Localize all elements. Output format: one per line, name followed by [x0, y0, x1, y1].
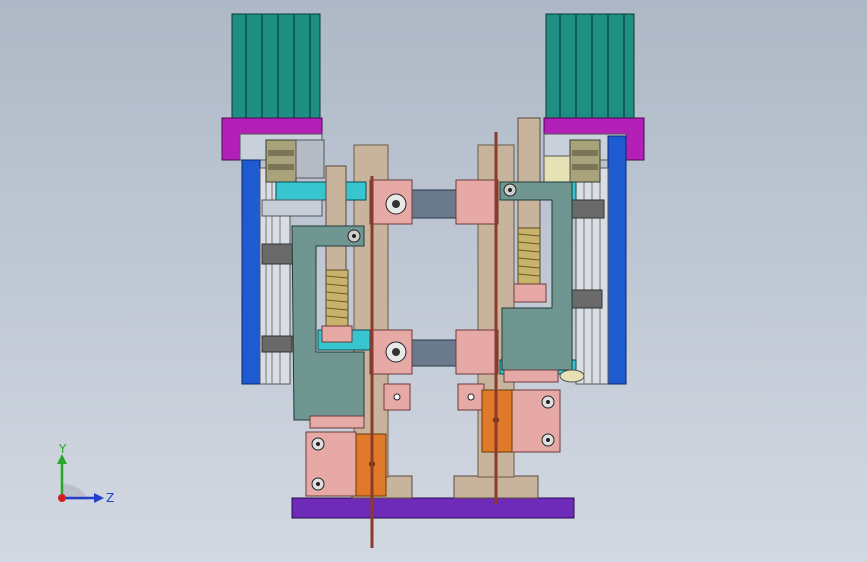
- left-side-plate: [241, 159, 261, 385]
- axis-triad: Y Z: [57, 442, 114, 505]
- assembly-model[interactable]: [0, 0, 867, 562]
- base-plate: [291, 497, 575, 519]
- left-coupling: [265, 139, 297, 183]
- z-axis-label: Z: [106, 491, 114, 505]
- x-axis-icon: [58, 494, 66, 502]
- y-axis-label: Y: [58, 442, 67, 456]
- left-spring: [325, 269, 349, 327]
- right-side-plate: [607, 135, 627, 385]
- right-spring: [517, 227, 541, 285]
- cad-viewport[interactable]: Y Z: [0, 0, 867, 562]
- right-coupling: [569, 139, 601, 183]
- left-cyan-plate: [275, 181, 367, 201]
